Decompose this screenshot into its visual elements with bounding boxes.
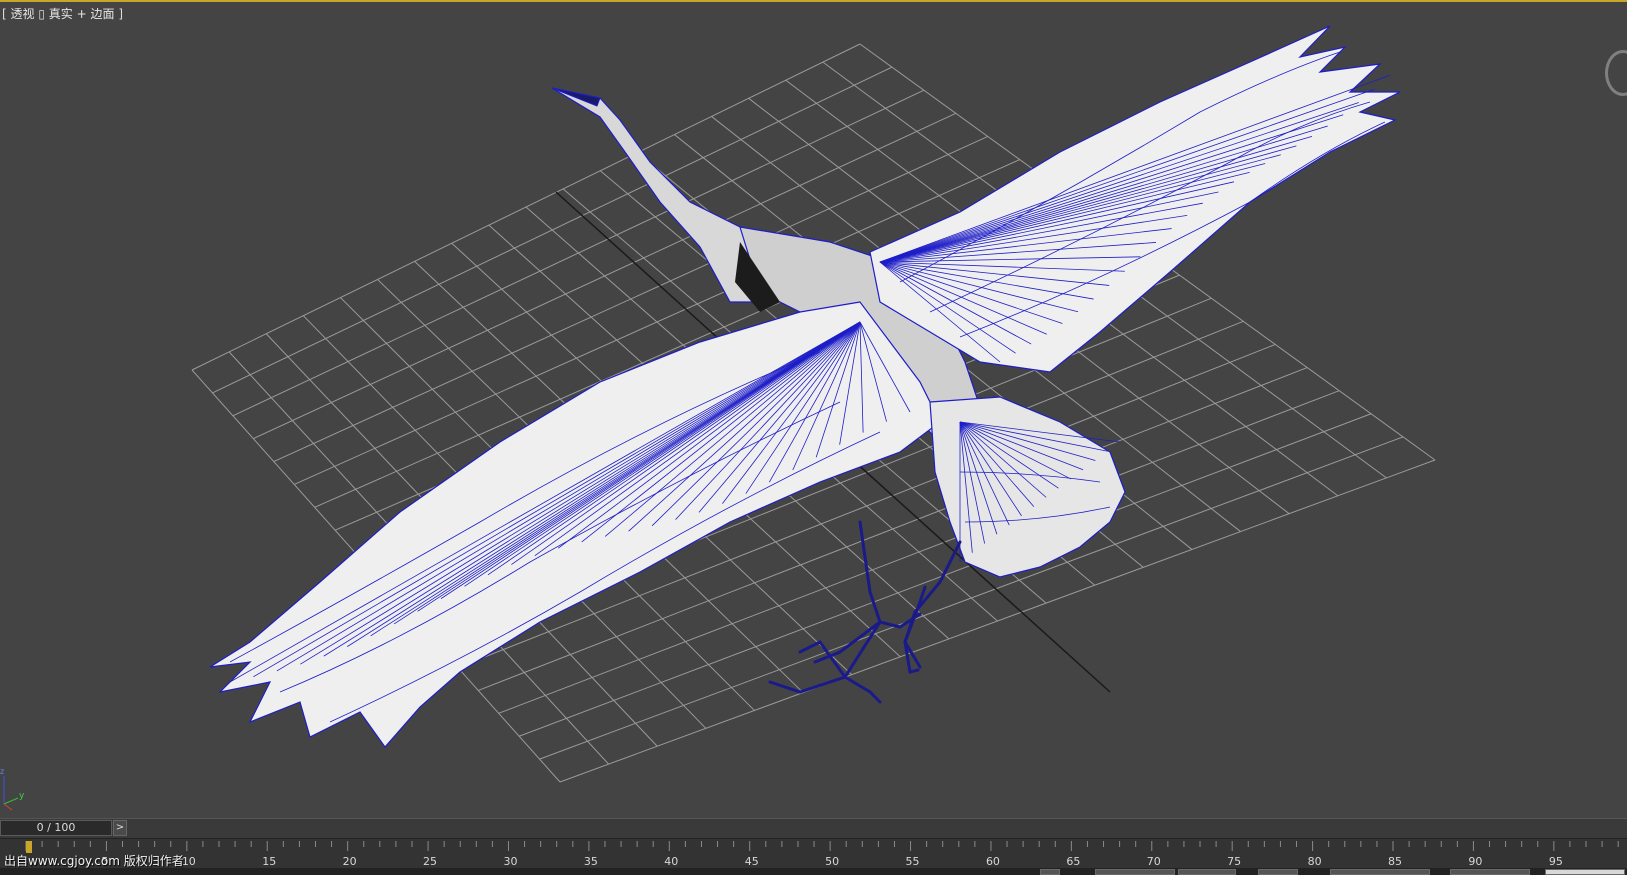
perspective-viewport[interactable]: [ 透视 ▯ 真实 + 边面 ] z y <box>0 0 1627 818</box>
viewport-label-separator: ▯ <box>38 7 45 21</box>
ruler-tick-label: 25 <box>423 855 437 868</box>
ruler-tick-label: 65 <box>1066 855 1080 868</box>
track-bar-ruler: 5 10 15 20 25 30 35 40 45 50 55 60 65 70 75 80 85 90 95 <box>25 841 1619 868</box>
ruler-ticks: 5 10 15 20 25 30 35 40 45 50 55 60 65 70 75 80 85 90 95 <box>25 841 1619 868</box>
ruler-tick-label: 60 <box>986 855 1000 868</box>
ruler-tick-label: 80 <box>1308 855 1322 868</box>
frame-counter[interactable]: 0 / 100 <box>0 820 112 836</box>
axis-z-label: z <box>0 767 4 776</box>
shading-mode-menu[interactable]: 真实 + 边面 <box>49 7 115 21</box>
status-strip <box>0 868 1627 875</box>
next-frame-button[interactable]: > <box>113 820 127 836</box>
ruler-tick-label: 20 <box>343 855 357 868</box>
ruler-tick-label: 70 <box>1147 855 1161 868</box>
status-slot[interactable] <box>1330 869 1430 875</box>
watermark-text: 出自www.cgjoy.com 版权归作者 <box>4 854 184 868</box>
viewport-label-bracket: [ <box>2 7 7 21</box>
viewport-label-menu[interactable]: [ 透视 ▯ 真实 + 边面 ] <box>2 5 123 22</box>
status-slot[interactable] <box>1040 869 1060 875</box>
crane-beak <box>551 87 601 107</box>
axis-tripod: z y <box>0 767 25 811</box>
track-bar[interactable]: 5 10 15 20 25 30 35 40 45 50 55 60 65 70 75 80 85 90 95 <box>0 838 1627 868</box>
status-slot[interactable] <box>1258 869 1298 875</box>
crane-left-wing <box>209 301 941 748</box>
axis-y-label: y <box>19 791 25 801</box>
crane-model[interactable] <box>209 25 1401 748</box>
ruler-tick-label: 45 <box>745 855 759 868</box>
ruler-tick-label: 40 <box>664 855 678 868</box>
3ds-max-window: [ 透视 ▯ 真实 + 边面 ] z y 0 / 100 > 5 10 15 2… <box>0 0 1627 875</box>
ruler-tick-label: 15 <box>262 855 276 868</box>
ruler-tick-label: 35 <box>584 855 598 868</box>
status-slot[interactable] <box>1545 869 1625 875</box>
status-slot[interactable] <box>1178 869 1236 875</box>
view-name-menu[interactable]: 透视 <box>11 7 35 21</box>
ruler-tick-label: 75 <box>1227 855 1241 868</box>
crane-legs <box>768 520 962 704</box>
ruler-tick-label: 55 <box>906 855 920 868</box>
ruler-tick-label: 90 <box>1468 855 1482 868</box>
crane-tail <box>929 396 1126 578</box>
scene-canvas[interactable] <box>0 2 1627 818</box>
status-slot[interactable] <box>1450 869 1530 875</box>
viewport-label-bracket-close: ] <box>118 7 123 21</box>
ruler-tick-label: 95 <box>1549 855 1563 868</box>
ruler-tick-label: 85 <box>1388 855 1402 868</box>
status-slot[interactable] <box>1095 869 1175 875</box>
ruler-tick-label: 30 <box>503 855 517 868</box>
ruler-tick-label: 50 <box>825 855 839 868</box>
time-slider[interactable]: 0 / 100 > <box>0 818 1627 838</box>
